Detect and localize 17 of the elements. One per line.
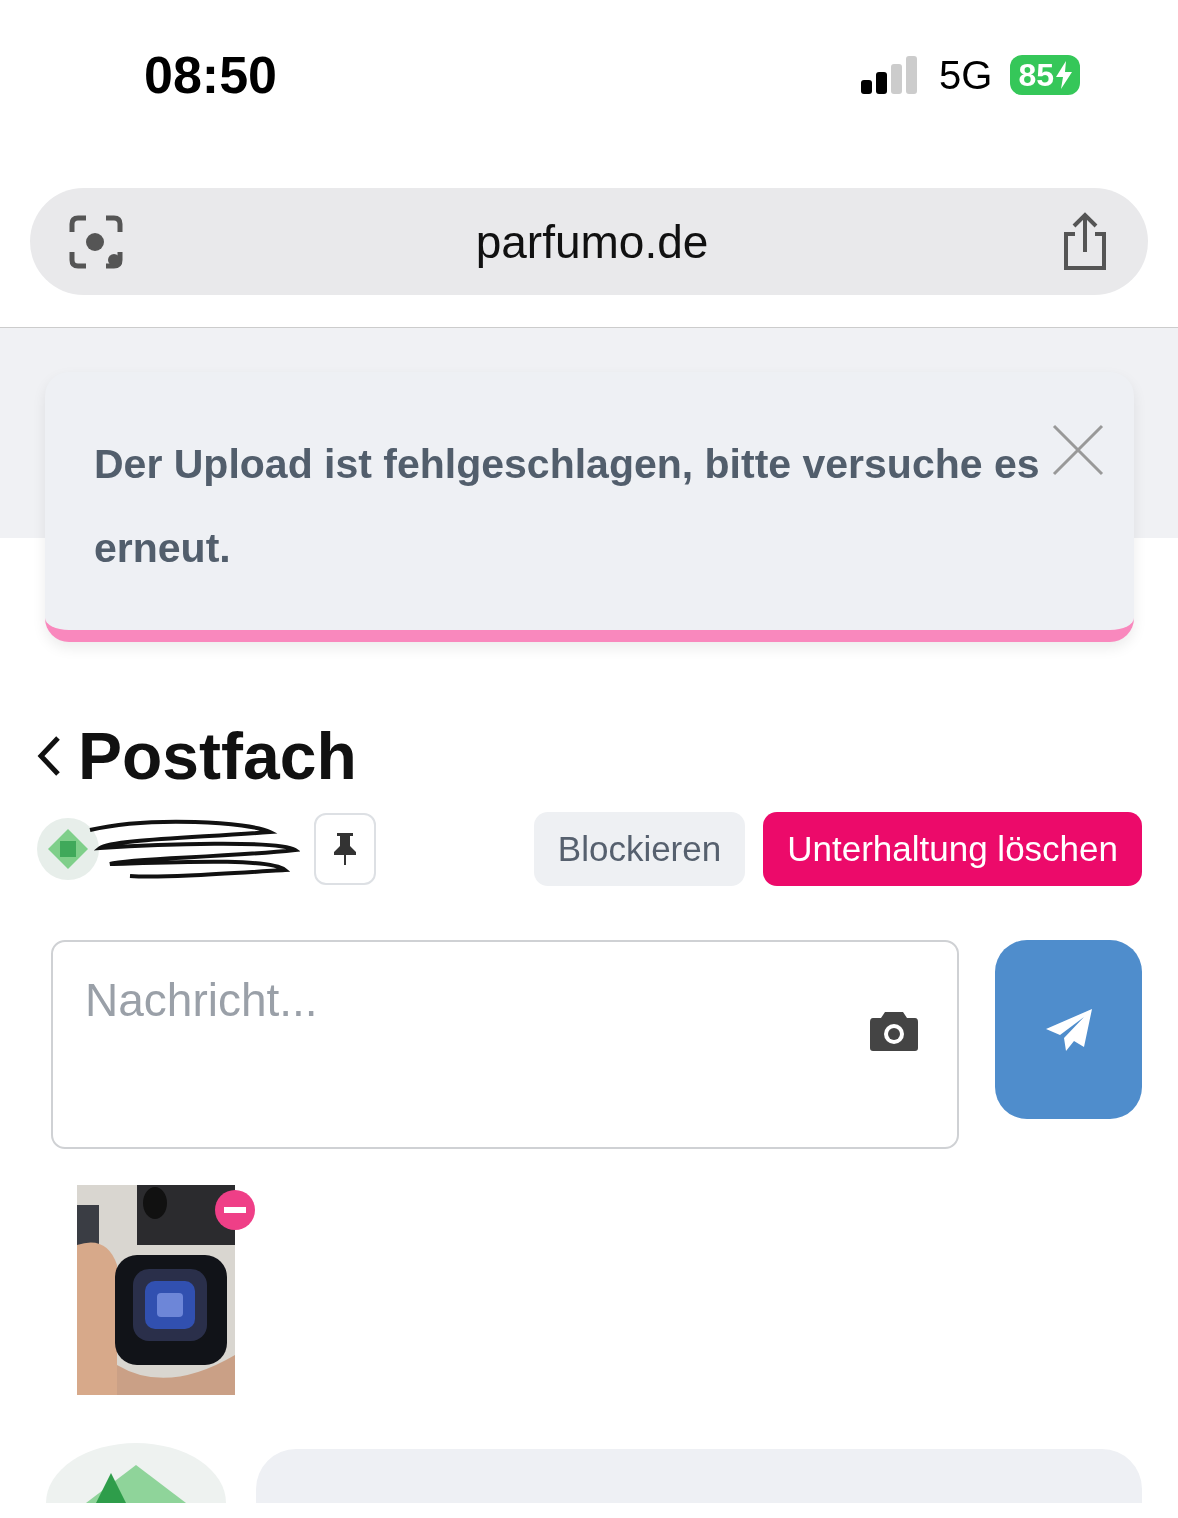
user-avatar	[36, 817, 100, 881]
send-button[interactable]	[995, 940, 1142, 1119]
page-title: Postfach	[78, 718, 357, 794]
message-field[interactable]: Nachricht...	[51, 940, 959, 1149]
remove-icon[interactable]	[215, 1190, 255, 1230]
pin-button[interactable]	[314, 813, 376, 885]
pin-icon	[332, 831, 358, 867]
battery-indicator: 85	[1010, 55, 1080, 95]
delete-button[interactable]: Unterhaltung löschen	[763, 812, 1142, 886]
back-chevron-icon[interactable]	[36, 734, 62, 778]
network-label: 5G	[939, 52, 993, 98]
block-button[interactable]: Blockieren	[533, 812, 746, 886]
camera-lens-icon[interactable]	[68, 213, 124, 270]
status-time: 08:50	[144, 45, 277, 105]
camera-icon[interactable]	[869, 1010, 919, 1052]
toast-message: Der Upload ist fehlgeschlagen, bitte versuche es erneut.	[94, 440, 1041, 573]
address-bar[interactable]: parfumo.de	[30, 188, 1148, 295]
